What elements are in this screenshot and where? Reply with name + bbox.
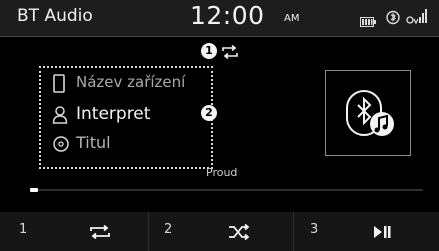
- album-art: [325, 70, 411, 156]
- preset-number-1: 1: [19, 222, 28, 237]
- callout-marker-1: 1: [201, 43, 217, 59]
- shuffle-button[interactable]: [192, 212, 288, 251]
- repeat-status-icon: [220, 44, 240, 63]
- status-bar: BT Audio 12:00 AM: [0, 0, 439, 37]
- shuffle-icon: [229, 224, 250, 240]
- battery-icon: [360, 12, 376, 31]
- bottom-separator: [148, 212, 149, 251]
- repeat-icon: [90, 225, 110, 239]
- source-label: Proud: [206, 166, 238, 179]
- track-title: Titul: [76, 133, 111, 152]
- progress-fill: [30, 188, 38, 192]
- track-info-box: Název zařízení Interpret Titul: [39, 66, 213, 169]
- bluetooth-status-icon: [386, 9, 400, 30]
- device-name: Název zařízení: [76, 73, 186, 91]
- signal-strength-icon: [406, 8, 428, 30]
- bluetooth-music-icon: [344, 88, 396, 144]
- artist-icon: [52, 105, 68, 129]
- callout-marker-2: 2: [201, 105, 217, 121]
- bottom-separator: [293, 212, 294, 251]
- clock-ampm: AM: [284, 13, 300, 24]
- artist-name: Interpret: [76, 104, 151, 124]
- repeat-button[interactable]: [50, 212, 146, 251]
- progress-bar[interactable]: [30, 188, 423, 192]
- source-title: BT Audio: [17, 6, 93, 26]
- play-pause-button[interactable]: [335, 212, 435, 251]
- phone-icon: [52, 74, 66, 98]
- clock-time: 12:00: [190, 1, 265, 30]
- play-pause-icon: [374, 226, 391, 238]
- disc-icon: [52, 134, 70, 158]
- preset-number-3: 3: [310, 222, 319, 237]
- preset-number-2: 2: [164, 222, 173, 237]
- bottom-control-bar: 1 2 3: [0, 212, 439, 251]
